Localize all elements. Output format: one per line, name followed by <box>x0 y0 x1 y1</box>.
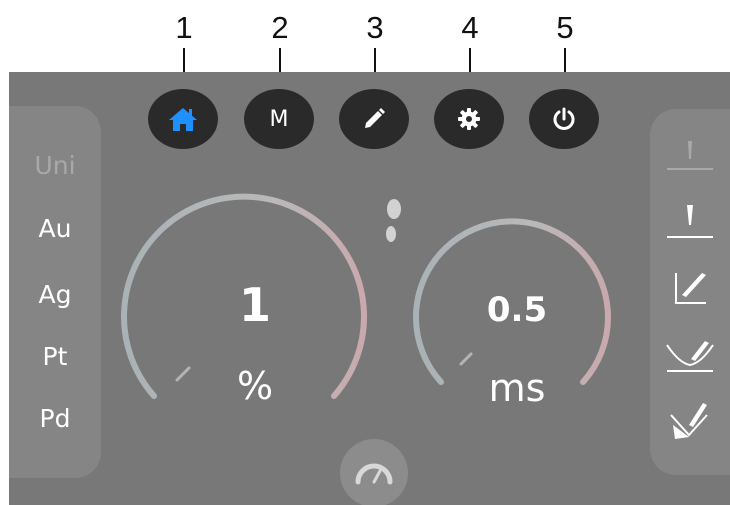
tack-weld-option[interactable] <box>650 137 730 171</box>
weld-mode-panel <box>650 109 730 475</box>
alloy-uni[interactable]: Uni <box>9 151 101 180</box>
tack-weld-icon <box>667 141 713 170</box>
speedometer-icon <box>355 463 393 485</box>
power-button[interactable] <box>529 89 599 149</box>
callout-1: 1 <box>164 10 204 92</box>
callout-3: 3 <box>355 10 395 92</box>
corner-weld-option[interactable] <box>650 269 730 309</box>
memory-button[interactable]: M <box>244 89 314 149</box>
spot-weld-option[interactable] <box>650 201 730 241</box>
fillet-weld-option[interactable] <box>650 335 730 375</box>
settings-button[interactable] <box>434 89 504 149</box>
home-button[interactable] <box>148 89 218 149</box>
alloy-ag[interactable]: Ag <box>9 280 101 309</box>
speed-button[interactable] <box>340 439 408 505</box>
callout-number: 4 <box>461 10 479 45</box>
alloy-panel: Uni Au Ag Pt Pd <box>9 106 101 478</box>
edit-button[interactable] <box>339 89 409 149</box>
fillet-weld-icon <box>666 341 714 372</box>
callout-5: 5 <box>545 10 585 92</box>
power-gauge-needle <box>175 366 191 382</box>
callout-number: 3 <box>366 10 384 45</box>
pencil-icon <box>365 108 385 128</box>
duration-gauge-needle <box>459 352 473 366</box>
top-toolbar: M <box>9 80 730 149</box>
footprint-icon[interactable] <box>381 198 403 244</box>
alloy-au[interactable]: Au <box>9 214 101 243</box>
callout-2: 2 <box>260 10 300 92</box>
butt-weld-icon <box>670 403 708 439</box>
butt-weld-option[interactable] <box>650 401 730 441</box>
corner-weld-icon <box>675 273 706 304</box>
callout-labels: 1 2 3 4 5 <box>0 0 730 92</box>
gear-icon <box>458 108 480 130</box>
power-value: 1 <box>238 278 271 332</box>
alloy-pt[interactable]: Pt <box>9 342 101 371</box>
power-unit: % <box>236 364 274 408</box>
duration-value: 0.5 <box>486 290 548 330</box>
home-icon <box>169 108 197 131</box>
callout-number: 2 <box>271 10 289 45</box>
callout-4: 4 <box>450 10 490 92</box>
callout-number: 5 <box>556 10 574 45</box>
duration-unit: ms <box>488 366 546 410</box>
spot-weld-icon <box>667 205 713 238</box>
callout-number: 1 <box>175 10 193 45</box>
power-icon <box>553 107 575 130</box>
memory-label: M <box>269 106 289 132</box>
device-screen: M Uni Au Ag Pt Pd 1 % 0.5 ms <box>9 72 730 505</box>
alloy-pd[interactable]: Pd <box>9 404 101 433</box>
